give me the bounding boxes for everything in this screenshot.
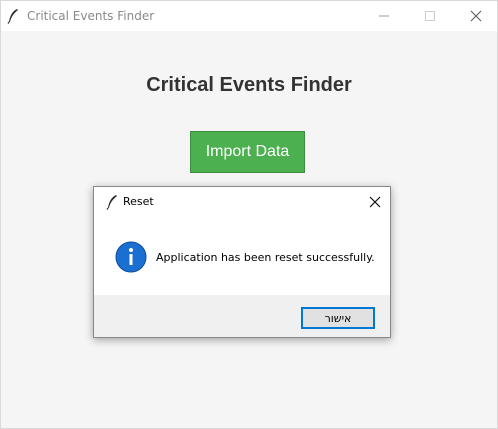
dialog-title: Reset — [123, 195, 154, 208]
info-icon — [115, 241, 147, 273]
close-button[interactable] — [453, 1, 498, 31]
ok-button[interactable]: אישור — [301, 307, 375, 329]
dialog-close-button[interactable] — [358, 187, 390, 217]
page-title: Critical Events Finder — [146, 74, 352, 96]
dialog-footer: אישור — [94, 295, 390, 337]
maximize-icon — [425, 11, 435, 21]
dialog-titlebar[interactable]: Reset — [94, 187, 390, 217]
minimize-button[interactable] — [361, 1, 407, 31]
reset-dialog: Reset Application has been reset success… — [93, 186, 391, 338]
feather-icon — [105, 194, 119, 210]
minimize-icon — [379, 15, 389, 17]
feather-icon — [6, 8, 20, 24]
dialog-message: Application has been reset successfully. — [156, 251, 375, 264]
close-icon — [470, 10, 482, 22]
maximize-button[interactable] — [407, 1, 453, 31]
window-titlebar[interactable]: Critical Events Finder — [1, 1, 497, 31]
import-data-button[interactable]: Import Data — [190, 131, 305, 173]
window-title: Critical Events Finder — [27, 9, 155, 23]
close-icon — [369, 196, 381, 208]
